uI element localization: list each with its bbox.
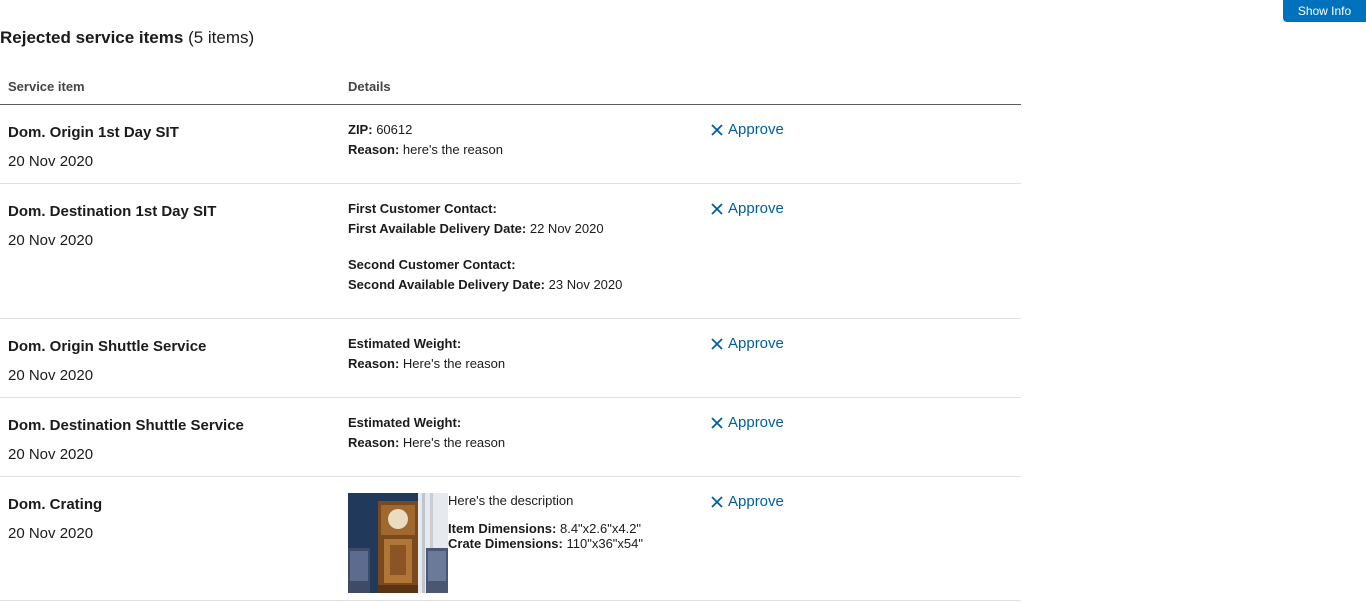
- detail-label: ZIP:: [348, 122, 373, 137]
- section-title: Rejected service items: [0, 28, 184, 47]
- detail-label: Reason:: [348, 356, 400, 371]
- service-item-name: Dom. Destination Shuttle Service: [8, 417, 244, 434]
- detail-label: Reason:: [348, 142, 400, 157]
- approve-button[interactable]: Approve: [710, 414, 784, 432]
- detail-value: Here's the reason: [402, 356, 506, 371]
- detail-label: Item Dimensions:: [448, 521, 557, 536]
- detail-value: Here's the reason: [402, 435, 506, 450]
- service-item-date: 20 Nov 2020: [8, 446, 94, 463]
- service-item-name: Dom. Origin Shuttle Service: [8, 338, 207, 355]
- approve-button[interactable]: Approve: [710, 335, 784, 353]
- detail-label: Estimated Weight:: [348, 336, 462, 351]
- detail-label: Second Available Delivery Date:: [348, 277, 546, 292]
- detail-label: Second Customer Contact:: [348, 257, 516, 272]
- table-row: Dom. Destination Shuttle Service 20 Nov …: [0, 398, 1021, 477]
- service-item-details: Estimated Weight: Reason: Here's the rea…: [348, 334, 505, 374]
- detail-value: 22 Nov 2020: [529, 221, 604, 236]
- service-item-date: 20 Nov 2020: [8, 525, 94, 542]
- service-item-name: Dom. Origin 1st Day SIT: [8, 124, 179, 141]
- close-icon: [711, 203, 723, 215]
- approve-button[interactable]: Approve: [710, 121, 784, 139]
- column-header-details: Details: [348, 79, 391, 94]
- crating-dimensions: Item Dimensions: 8.4"x2.6"x4.2" Crate Di…: [448, 521, 643, 551]
- service-item-details: Estimated Weight: Reason: Here's the rea…: [348, 413, 505, 453]
- close-icon: [711, 496, 723, 508]
- close-icon: [711, 417, 723, 429]
- crating-item-photo: [348, 493, 448, 593]
- detail-value: 8.4"x2.6"x4.2": [559, 521, 642, 536]
- detail-label: First Available Delivery Date:: [348, 221, 527, 236]
- item-count: (5 items): [183, 28, 255, 47]
- approve-label: Approve: [728, 200, 784, 217]
- close-icon: [711, 124, 723, 136]
- approve-button[interactable]: Approve: [710, 200, 784, 218]
- service-item-details: ZIP: 60612 Reason: here's the reason: [348, 120, 503, 160]
- detail-label: Crate Dimensions:: [448, 536, 563, 551]
- table-row: Dom. Origin 1st Day SIT 20 Nov 2020 ZIP:…: [0, 105, 1021, 184]
- service-item-date: 20 Nov 2020: [8, 367, 94, 384]
- page-title: Rejected service items (5 items): [0, 26, 254, 50]
- table-row: Dom. Crating 20 Nov 2020 Here's the desc…: [0, 477, 1021, 601]
- service-item-name: Dom. Destination 1st Day SIT: [8, 203, 217, 220]
- detail-label: Reason:: [348, 435, 400, 450]
- service-item-name: Dom. Crating: [8, 496, 103, 513]
- approve-label: Approve: [728, 414, 784, 431]
- table-header: Service item Details: [0, 68, 1021, 105]
- close-icon: [711, 338, 723, 350]
- detail-value: 60612: [376, 122, 413, 137]
- approve-label: Approve: [728, 493, 784, 510]
- service-item-date: 20 Nov 2020: [8, 153, 94, 170]
- detail-value: 23 Nov 2020: [548, 277, 623, 292]
- detail-value: here's the reason: [402, 142, 503, 157]
- detail-value: 110"x36"x54": [566, 536, 644, 551]
- approve-button[interactable]: Approve: [710, 493, 784, 511]
- detail-label: Estimated Weight:: [348, 415, 462, 430]
- crating-description: Here's the description: [448, 493, 574, 508]
- approve-label: Approve: [728, 121, 784, 138]
- approve-label: Approve: [728, 335, 784, 352]
- table-row: Dom. Origin Shuttle Service 20 Nov 2020 …: [0, 319, 1021, 398]
- service-item-date: 20 Nov 2020: [8, 232, 94, 249]
- detail-label: First Customer Contact:: [348, 201, 497, 216]
- service-item-details: First Customer Contact: First Available …: [348, 199, 622, 295]
- rejected-items-table: Service item Details Dom. Origin 1st Day…: [0, 68, 1021, 601]
- column-header-service-item: Service item: [8, 79, 85, 94]
- show-info-button[interactable]: Show Info: [1283, 0, 1366, 22]
- table-row: Dom. Destination 1st Day SIT 20 Nov 2020…: [0, 184, 1021, 319]
